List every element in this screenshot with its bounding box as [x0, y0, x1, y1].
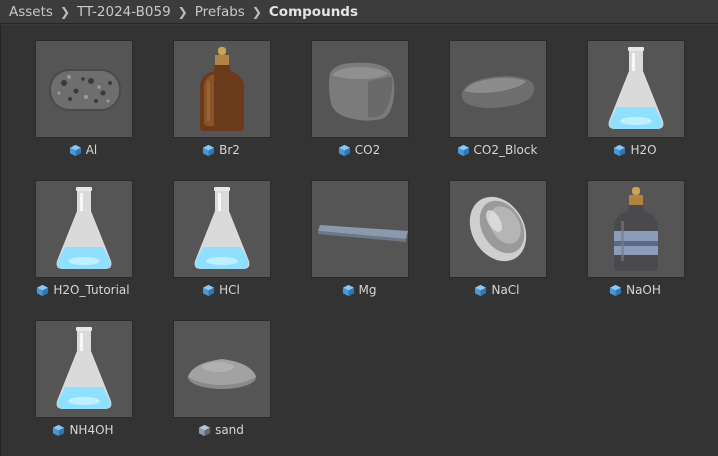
sand-pile-icon [188, 359, 256, 389]
prefab-cube-icon [475, 284, 487, 296]
metal-strip-icon [318, 225, 408, 242]
asset-name: NH4OH [69, 423, 114, 437]
asset-thumbnail [449, 180, 547, 278]
asset-name: Br2 [219, 143, 240, 157]
erlenmeyer-flask-icon [608, 47, 664, 129]
asset-tile-co2[interactable]: CO2 [294, 25, 424, 157]
asset-name: H2O [630, 143, 657, 157]
asset-name: NaOH [626, 283, 661, 297]
petri-dish-icon [469, 196, 527, 262]
asset-thumbnail [311, 40, 409, 138]
asset-thumbnail [173, 180, 271, 278]
breadcrumb-assets[interactable]: Assets [9, 4, 53, 20]
prefab-variant-cube-icon [199, 424, 211, 436]
breadcrumb-prefabs[interactable]: Prefabs [195, 4, 245, 20]
prefab-cube-icon [37, 284, 49, 296]
asset-tile-hcl[interactable]: HCl [156, 165, 286, 297]
amber-dropper-bottle-icon [200, 47, 244, 131]
asset-grid: Al Br2 CO2 CO2_Block H2O H2O_Tutorial HC… [0, 25, 718, 456]
asset-name: CO2_Block [473, 143, 538, 157]
asset-thumbnail [35, 40, 133, 138]
asset-name: H2O_Tutorial [53, 283, 130, 297]
asset-name: Al [85, 143, 98, 157]
prefab-cube-icon [338, 144, 350, 156]
labeled-bottle-icon [614, 187, 658, 271]
asset-tile-mg[interactable]: Mg [294, 165, 424, 297]
erlenmeyer-flask-icon [194, 187, 250, 269]
chevron-right-icon: ❯ [177, 4, 188, 19]
asset-thumbnail [35, 180, 133, 278]
prefab-cube-icon [53, 424, 65, 436]
asset-name: HCl [219, 283, 240, 297]
erlenmeyer-flask-icon [56, 327, 112, 409]
asset-tile-al[interactable]: Al [18, 25, 148, 157]
asset-tile-h2o-tutorial[interactable]: H2O_Tutorial [18, 165, 148, 297]
prefab-cube-icon [614, 144, 626, 156]
grey-block-icon [329, 62, 395, 121]
chevron-right-icon: ❯ [251, 4, 262, 19]
asset-name: NaCl [491, 283, 520, 297]
asset-tile-naoh[interactable]: NaOH [570, 165, 700, 297]
prefab-cube-icon [69, 144, 81, 156]
asset-thumbnail [173, 40, 271, 138]
prefab-cube-icon [203, 144, 215, 156]
asset-thumbnail [35, 320, 133, 418]
asset-thumbnail [587, 40, 685, 138]
breadcrumb-project[interactable]: TT-2024-B059 [77, 4, 171, 20]
prefab-cube-icon [457, 144, 469, 156]
asset-name: sand [215, 423, 244, 437]
asset-name: Mg [358, 283, 377, 297]
asset-thumbnail [587, 180, 685, 278]
rock-capsule-icon [49, 69, 121, 111]
erlenmeyer-flask-icon [56, 187, 112, 269]
asset-thumbnail [173, 320, 271, 418]
prefab-cube-icon [610, 284, 622, 296]
prefab-cube-icon [203, 284, 215, 296]
asset-thumbnail [311, 180, 409, 278]
chevron-right-icon: ❯ [59, 4, 70, 19]
breadcrumb-compounds[interactable]: Compounds [269, 4, 358, 20]
asset-thumbnail [449, 40, 547, 138]
asset-tile-h2o[interactable]: H2O [570, 25, 700, 157]
asset-tile-br2[interactable]: Br2 [156, 25, 286, 157]
flat-slab-icon [461, 76, 535, 108]
asset-tile-sand[interactable]: sand [156, 305, 286, 437]
asset-tile-nacl[interactable]: NaCl [432, 165, 562, 297]
asset-tile-nh4oh[interactable]: NH4OH [18, 305, 148, 437]
asset-tile-co2-block[interactable]: CO2_Block [432, 25, 562, 157]
breadcrumb: Assets ❯ TT-2024-B059 ❯ Prefabs ❯ Compou… [0, 0, 718, 24]
prefab-cube-icon [342, 284, 354, 296]
asset-name: CO2 [354, 143, 381, 157]
